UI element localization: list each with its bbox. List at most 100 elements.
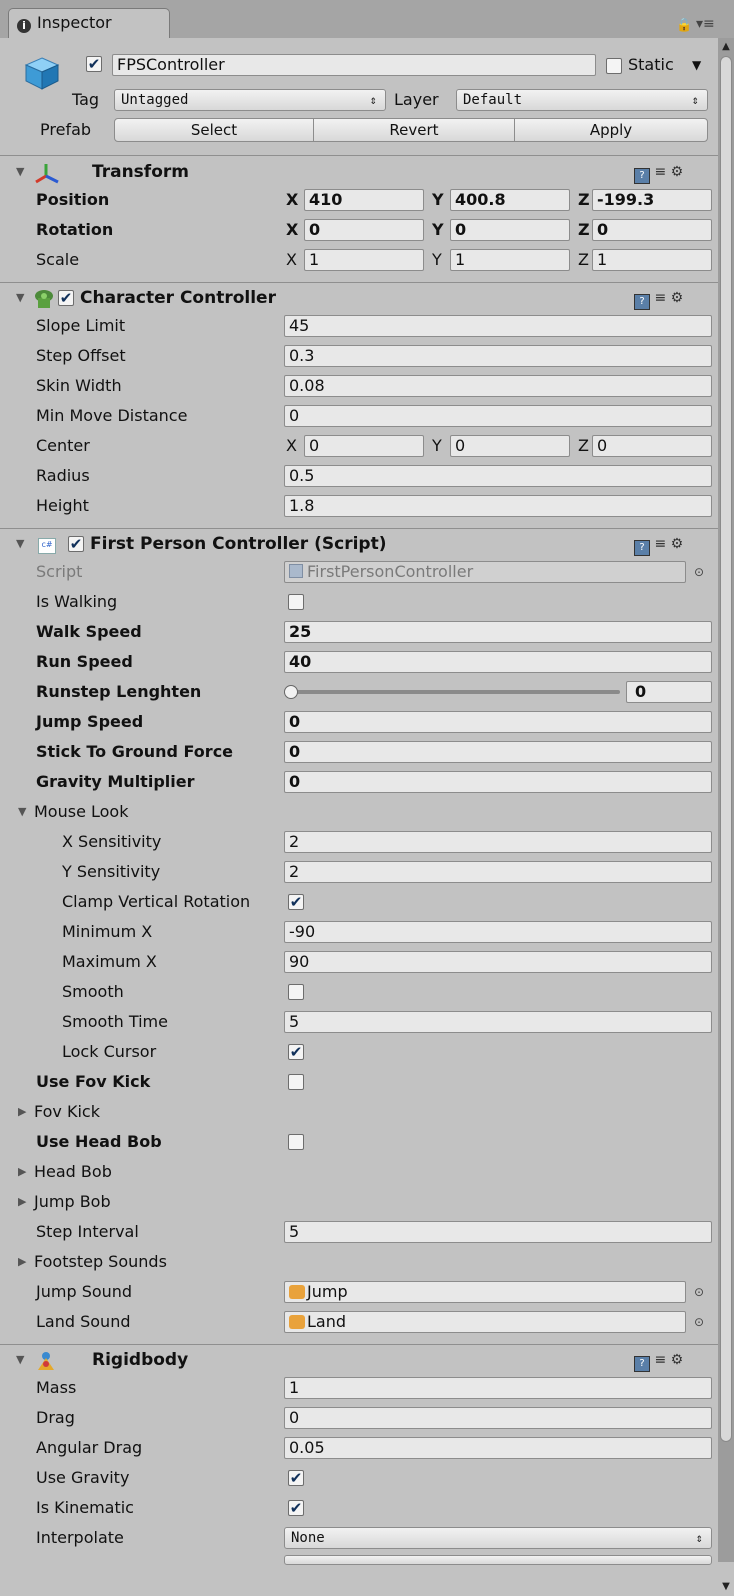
run-speed-field[interactable]: 40	[284, 651, 712, 673]
scale-x-field[interactable]: 1	[304, 249, 424, 271]
foldout-arrow-icon[interactable]: ▼	[16, 158, 24, 186]
position-x-field[interactable]: 410	[304, 189, 424, 211]
is-kinematic-checkbox[interactable]	[288, 1500, 304, 1516]
use-gravity-checkbox[interactable]	[288, 1470, 304, 1486]
gravity-multiplier-label: Gravity Multiplier	[36, 772, 195, 791]
head-bob-label[interactable]: Head Bob	[34, 1158, 112, 1186]
scale-z-field[interactable]: 1	[592, 249, 712, 271]
rotation-y-field[interactable]: 0	[450, 219, 570, 241]
fov-kick-foldout-icon[interactable]: ▶	[18, 1098, 26, 1126]
drag-field[interactable]: 0	[284, 1407, 712, 1429]
gravity-multiplier-field[interactable]: 0	[284, 771, 712, 793]
foldout-arrow-icon[interactable]: ▼	[16, 530, 24, 558]
tag-dropdown[interactable]: Untagged ⇕	[114, 89, 386, 111]
position-z-field[interactable]: -199.3	[592, 189, 712, 211]
static-dropdown-arrow-icon[interactable]: ▼	[692, 51, 701, 79]
gear-icon[interactable]: ⚙	[671, 1352, 684, 1368]
mouse-look-foldout-icon[interactable]: ▼	[18, 798, 26, 826]
fov-kick-label[interactable]: Fov Kick	[34, 1098, 100, 1126]
static-checkbox[interactable]	[606, 58, 622, 74]
x-sensitivity-field[interactable]: 2	[284, 831, 712, 853]
axis-x-label: X	[286, 436, 297, 455]
prefab-revert-button[interactable]: Revert	[313, 118, 515, 142]
jump-speed-field[interactable]: 0	[284, 711, 712, 733]
script-enabled-checkbox[interactable]	[68, 536, 84, 552]
jump-sound-field[interactable]: Jump	[284, 1281, 686, 1303]
layer-dropdown[interactable]: Default ⇕	[456, 89, 708, 111]
footstep-sounds-foldout-icon[interactable]: ▶	[18, 1248, 26, 1276]
scroll-thumb[interactable]	[720, 56, 732, 1442]
object-picker-icon[interactable]: ⊙	[694, 558, 704, 586]
is-walking-checkbox[interactable]	[288, 594, 304, 610]
use-head-bob-label: Use Head Bob	[36, 1132, 162, 1151]
rotation-z-field[interactable]: 0	[592, 219, 712, 241]
skin-width-field[interactable]: 0.08	[284, 375, 712, 397]
step-offset-field[interactable]: 0.3	[284, 345, 712, 367]
foldout-arrow-icon[interactable]: ▼	[16, 284, 24, 312]
center-z-field[interactable]: 0	[592, 435, 712, 457]
presets-icon[interactable]: ≡	[654, 536, 666, 552]
runstep-slider-knob[interactable]	[284, 685, 298, 699]
help-icon[interactable]: ?	[634, 1356, 650, 1372]
collision-detection-dropdown-partial[interactable]	[284, 1555, 712, 1565]
active-checkbox[interactable]	[86, 56, 102, 72]
lock-icon[interactable]: 🔒	[676, 18, 692, 33]
lock-cursor-checkbox[interactable]	[288, 1044, 304, 1060]
scale-y-field[interactable]: 1	[450, 249, 570, 271]
runstep-field[interactable]: 0	[626, 681, 712, 703]
runstep-slider-track[interactable]	[290, 690, 620, 694]
minimum-x-field[interactable]: -90	[284, 921, 712, 943]
gear-icon[interactable]: ⚙	[671, 164, 684, 180]
center-x-field[interactable]: 0	[304, 435, 424, 457]
jump-bob-foldout-icon[interactable]: ▶	[18, 1188, 26, 1216]
presets-icon[interactable]: ≡	[654, 290, 666, 306]
head-bob-foldout-icon[interactable]: ▶	[18, 1158, 26, 1186]
prefab-apply-button[interactable]: Apply	[514, 118, 708, 142]
jump-bob-label[interactable]: Jump Bob	[34, 1188, 111, 1216]
presets-icon[interactable]: ≡	[654, 1352, 666, 1368]
axis-x-label: X	[286, 190, 299, 209]
menu-icon[interactable]: ▾≡	[696, 16, 715, 32]
height-field[interactable]: 1.8	[284, 495, 712, 517]
mass-field[interactable]: 1	[284, 1377, 712, 1399]
object-name-field[interactable]: FPSController	[112, 54, 596, 76]
help-icon[interactable]: ?	[634, 540, 650, 556]
footstep-sounds-label[interactable]: Footstep Sounds	[34, 1248, 167, 1276]
mouse-look-label[interactable]: Mouse Look	[34, 798, 128, 826]
object-picker-icon[interactable]: ⊙	[694, 1308, 704, 1336]
character-controller-enabled-checkbox[interactable]	[58, 290, 74, 306]
gear-icon[interactable]: ⚙	[671, 536, 684, 552]
interpolate-dropdown[interactable]: None ⇕	[284, 1527, 712, 1549]
stick-to-ground-field[interactable]: 0	[284, 741, 712, 763]
y-sensitivity-field[interactable]: 2	[284, 861, 712, 883]
center-y-field[interactable]: 0	[450, 435, 570, 457]
object-picker-icon[interactable]: ⊙	[694, 1278, 704, 1306]
min-move-distance-field[interactable]: 0	[284, 405, 712, 427]
help-icon[interactable]: ?	[634, 168, 650, 184]
angular-drag-field[interactable]: 0.05	[284, 1437, 712, 1459]
help-icon[interactable]: ?	[634, 294, 650, 310]
maximum-x-field[interactable]: 90	[284, 951, 712, 973]
foldout-arrow-icon[interactable]: ▼	[16, 1346, 24, 1374]
jump-sound-label: Jump Sound	[36, 1282, 133, 1301]
smooth-checkbox[interactable]	[288, 984, 304, 1000]
step-interval-field[interactable]: 5	[284, 1221, 712, 1243]
script-file-icon	[289, 564, 303, 578]
scroll-up-arrow-icon[interactable]: ▲	[718, 38, 734, 56]
prefab-select-button[interactable]: Select	[114, 118, 314, 142]
use-fov-kick-checkbox[interactable]	[288, 1074, 304, 1090]
position-y-field[interactable]: 400.8	[450, 189, 570, 211]
clamp-vertical-rotation-checkbox[interactable]	[288, 894, 304, 910]
presets-icon[interactable]: ≡	[654, 164, 666, 180]
use-head-bob-checkbox[interactable]	[288, 1134, 304, 1150]
gear-icon[interactable]: ⚙	[671, 290, 684, 306]
vertical-scrollbar[interactable]: ▲ ▼	[718, 38, 734, 1592]
slope-limit-field[interactable]: 45	[284, 315, 712, 337]
radius-field[interactable]: 0.5	[284, 465, 712, 487]
scroll-down-arrow-icon[interactable]: ▼	[718, 1578, 734, 1596]
walk-speed-field[interactable]: 25	[284, 621, 712, 643]
smooth-time-field[interactable]: 5	[284, 1011, 712, 1033]
tab-inspector[interactable]: i Inspector	[8, 8, 170, 38]
rotation-x-field[interactable]: 0	[304, 219, 424, 241]
land-sound-field[interactable]: Land	[284, 1311, 686, 1333]
